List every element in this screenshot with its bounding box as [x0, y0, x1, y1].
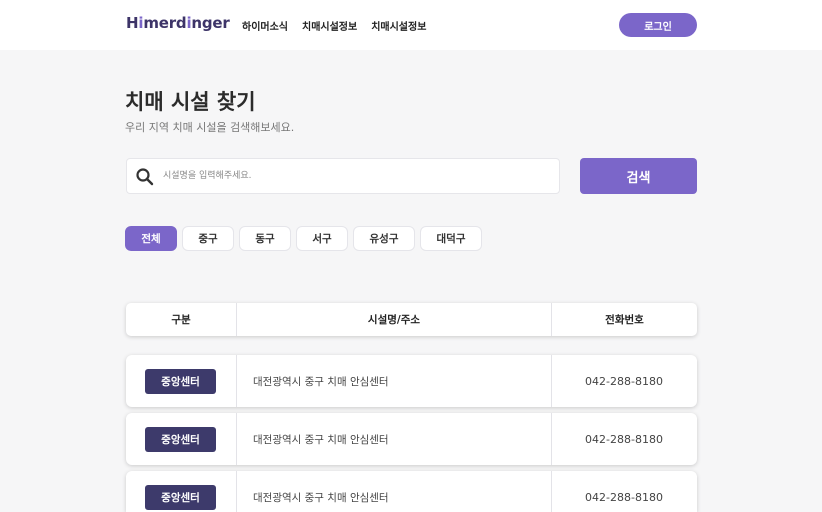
logo-text-nger: nger [191, 14, 230, 32]
facility-name: 대전광역시 중구 치매 안심센터 [253, 491, 389, 504]
search-box [126, 158, 560, 194]
filter-chip-donggu[interactable]: 동구 [239, 226, 291, 251]
main-nav: 하이머소식 치매시설정보 치매시설정보 [242, 18, 426, 33]
search-input[interactable] [163, 159, 553, 193]
column-divider [236, 471, 237, 512]
facility-phone: 042-288-8180 [585, 490, 663, 504]
table-row[interactable]: 중앙센터 대전광역시 중구 치매 안심센터 042-288-8180 [126, 471, 697, 512]
column-header-phone: 전화번호 [605, 314, 644, 326]
filter-chip-all[interactable]: 전체 [125, 226, 177, 251]
facility-phone: 042-288-8180 [585, 374, 663, 388]
category-badge: 중앙센터 [145, 369, 216, 394]
filter-chip-seogu[interactable]: 서구 [296, 226, 348, 251]
logo[interactable]: Himerdinger [126, 14, 230, 32]
search-icon [136, 168, 154, 186]
table-row[interactable]: 중앙센터 대전광역시 중구 치매 안심센터 042-288-8180 [126, 413, 697, 465]
page-title: 치매 시설 찾기 [125, 90, 256, 114]
column-divider [236, 355, 237, 407]
facility-name: 대전광역시 중구 치매 안심센터 [253, 433, 389, 446]
table-row[interactable]: 중앙센터 대전광역시 중구 치매 안심센터 042-288-8180 [126, 355, 697, 407]
nav-item-facility-info[interactable]: 치매시설정보 [302, 18, 357, 33]
column-header-name: 시설명/주소 [367, 314, 421, 326]
filter-chip-daedeokgu[interactable]: 대덕구 [420, 226, 482, 251]
category-badge: 중앙센터 [145, 427, 216, 452]
filter-chip-yuseonggu[interactable]: 유성구 [353, 226, 415, 251]
column-divider [236, 413, 237, 465]
filter-chip-junggu[interactable]: 중구 [182, 226, 234, 251]
facility-name: 대전광역시 중구 치매 안심센터 [253, 375, 389, 388]
category-badge: 중앙센터 [145, 485, 216, 510]
top-header: Himerdinger 하이머소식 치매시설정보 치매시설정보 로그인 [0, 0, 822, 50]
nav-item-news[interactable]: 하이머소식 [242, 18, 288, 33]
logo-text-merd: merd [143, 14, 187, 32]
page-subtitle: 우리 지역 치매 시설을 검색해보세요. [125, 121, 295, 134]
column-header-category: 구분 [171, 314, 191, 326]
search-button[interactable]: 검색 [580, 158, 697, 194]
logo-text-h: H [126, 14, 139, 32]
nav-item-facility-info-2[interactable]: 치매시설정보 [371, 18, 426, 33]
table-header: 구분 시설명/주소 전화번호 [126, 303, 697, 336]
login-button[interactable]: 로그인 [619, 13, 697, 37]
facility-phone: 042-288-8180 [585, 432, 663, 446]
